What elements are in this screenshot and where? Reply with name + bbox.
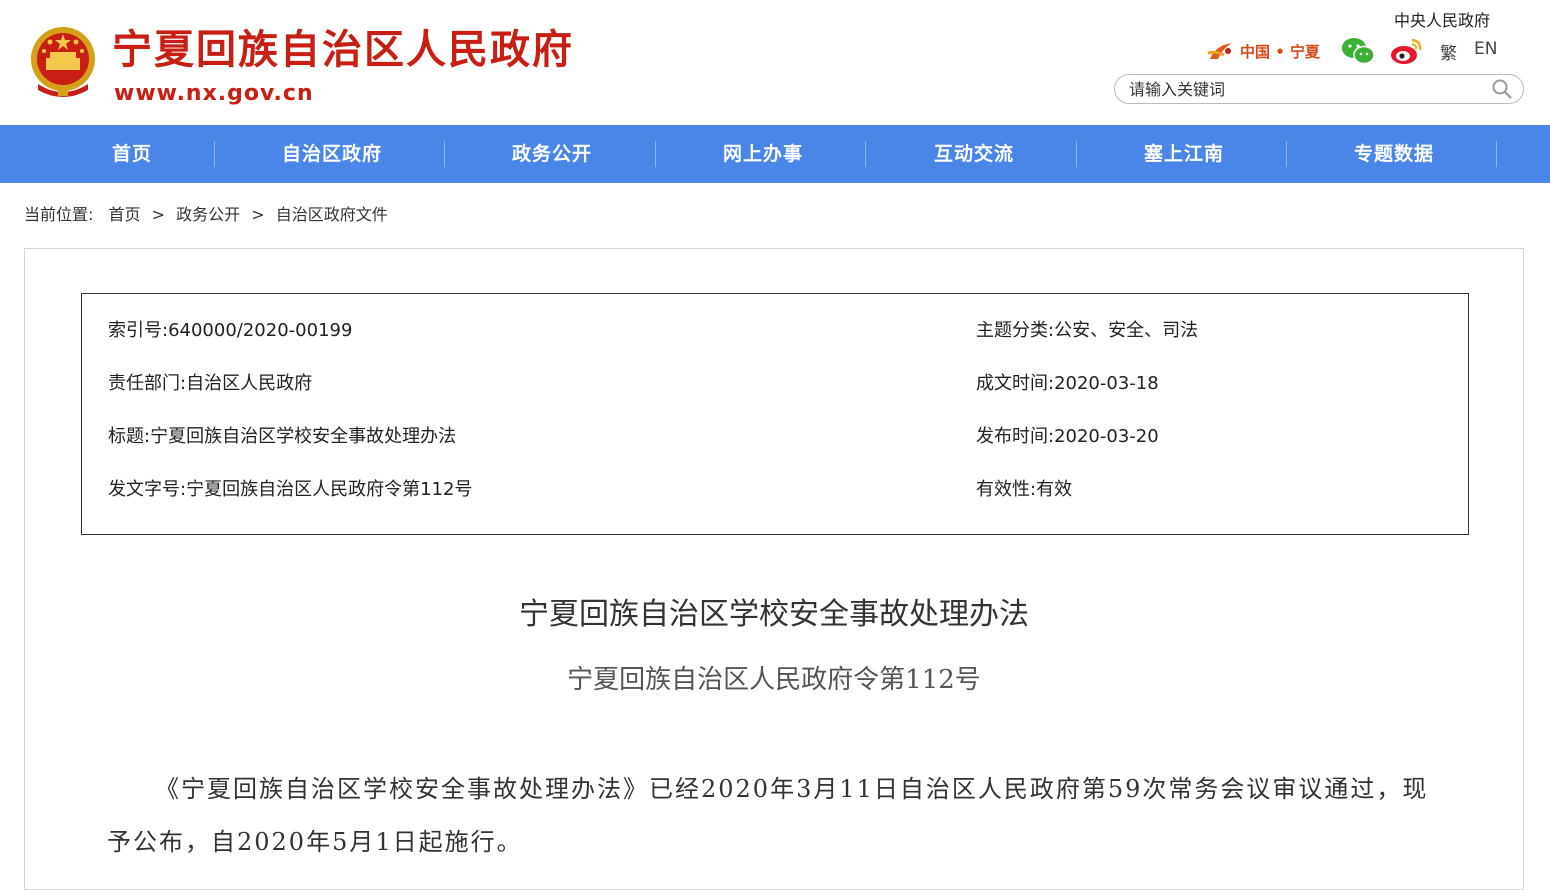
nav-item-online-services[interactable]: 网上办事 — [665, 125, 861, 183]
meta-department: 责任部门:自治区人民政府 — [108, 371, 312, 397]
document-metadata-box: 索引号:640000/2020-00199 主题分类:公安、安全、司法 责任部门… — [81, 293, 1469, 535]
meta-index-label: 索引号: — [108, 320, 169, 341]
breadcrumb-separator: > — [151, 205, 166, 224]
national-emblem-icon[interactable] — [28, 24, 98, 98]
meta-document-number: 发文字号:宁夏回族自治区人民政府令第112号 — [108, 477, 472, 503]
breadcrumb-government-documents[interactable]: 自治区政府文件 — [276, 205, 388, 224]
document-number: 宁夏回族自治区人民政府令第112号 — [567, 665, 981, 695]
nav-separator — [214, 141, 215, 167]
china-ningxia-link[interactable]: 中国 • 宁夏 — [1206, 38, 1320, 64]
nav-separator — [1076, 141, 1077, 167]
nav-item-home[interactable]: 首页 — [60, 125, 204, 183]
breadcrumb-government-affairs[interactable]: 政务公开 — [176, 205, 240, 224]
meta-topic-label: 主题分类: — [976, 320, 1055, 341]
meta-title-label: 标题: — [108, 426, 151, 447]
search-icon[interactable] — [1491, 78, 1513, 100]
meta-created-label: 成文时间: — [976, 373, 1055, 394]
site-title[interactable]: 宁夏回族自治区人民政府 — [112, 26, 574, 74]
meta-topic-value: 公安、安全、司法 — [1054, 320, 1199, 341]
nav-item-government[interactable]: 自治区政府 — [230, 125, 434, 183]
document-title: 宁夏回族自治区学校安全事故处理办法 — [519, 597, 1029, 632]
meta-index-value: 640000/2020-00199 — [168, 320, 353, 341]
meta-created-date: 成文时间:2020-03-18 — [976, 371, 1159, 397]
nav-separator — [1496, 141, 1497, 167]
central-government-link[interactable]: 中央人民政府 — [1394, 10, 1490, 32]
meta-created-value: 2020-03-18 — [1054, 373, 1159, 394]
wechat-icon[interactable] — [1340, 36, 1376, 66]
breadcrumb-home[interactable]: 首页 — [109, 205, 141, 224]
header-icon-row: 中国 • 宁夏 繁 EN — [1206, 36, 1526, 66]
meta-validity-label: 有效性: — [976, 479, 1037, 500]
search-box — [1114, 74, 1524, 104]
nav-item-interaction[interactable]: 互动交流 — [876, 125, 1072, 183]
meta-validity-value: 有效 — [1036, 479, 1073, 500]
main-nav: 首页 自治区政府 政务公开 网上办事 互动交流 塞上江南 专题数据 — [0, 125, 1550, 183]
meta-published-date: 发布时间:2020-03-20 — [976, 424, 1159, 450]
china-ningxia-label: 中国 • 宁夏 — [1240, 42, 1321, 61]
document-body-paragraph: 《宁夏回族自治区学校安全事故处理办法》已经2020年3月11日自治区人民政府第5… — [107, 775, 1429, 856]
nav-separator — [1286, 141, 1287, 167]
breadcrumb-separator: > — [251, 205, 265, 224]
meta-docno-value: 宁夏回族自治区人民政府令第112号 — [186, 479, 473, 500]
china-ningxia-logo-icon — [1207, 43, 1232, 59]
weibo-icon[interactable] — [1388, 36, 1424, 66]
meta-department-value: 自治区人民政府 — [186, 373, 313, 394]
site-header: 宁夏回族自治区人民政府 www.nx.gov.cn 中央人民政府 中国 • 宁夏 — [0, 0, 1550, 125]
traditional-chinese-link[interactable]: 繁 — [1440, 39, 1457, 64]
nav-item-government-affairs[interactable]: 政务公开 — [454, 125, 650, 183]
search-input[interactable] — [1129, 78, 1479, 100]
meta-index: 索引号:640000/2020-00199 — [108, 318, 352, 344]
nav-separator — [444, 141, 445, 167]
meta-docno-label: 发文字号: — [108, 479, 187, 500]
meta-department-label: 责任部门: — [108, 373, 187, 394]
meta-published-label: 发布时间: — [976, 426, 1055, 447]
article-container: 索引号:640000/2020-00199 主题分类:公安、安全、司法 责任部门… — [24, 248, 1524, 890]
meta-validity: 有效性:有效 — [976, 477, 1072, 503]
site-url[interactable]: www.nx.gov.cn — [114, 80, 314, 108]
nav-separator — [655, 141, 656, 167]
meta-topic: 主题分类:公安、安全、司法 — [976, 318, 1198, 344]
nav-item-topic-data[interactable]: 专题数据 — [1296, 125, 1492, 183]
nav-separator — [865, 141, 866, 167]
nav-item-saishang-jiangnan[interactable]: 塞上江南 — [1086, 125, 1282, 183]
english-link[interactable]: EN — [1474, 39, 1497, 59]
meta-title: 标题:宁夏回族自治区学校安全事故处理办法 — [108, 424, 456, 450]
meta-title-value: 宁夏回族自治区学校安全事故处理办法 — [150, 426, 457, 447]
meta-published-value: 2020-03-20 — [1054, 426, 1159, 447]
breadcrumb-prefix: 当前位置: — [24, 205, 94, 224]
breadcrumb: 当前位置: 首页 > 政务公开 > 自治区政府文件 — [24, 204, 388, 226]
